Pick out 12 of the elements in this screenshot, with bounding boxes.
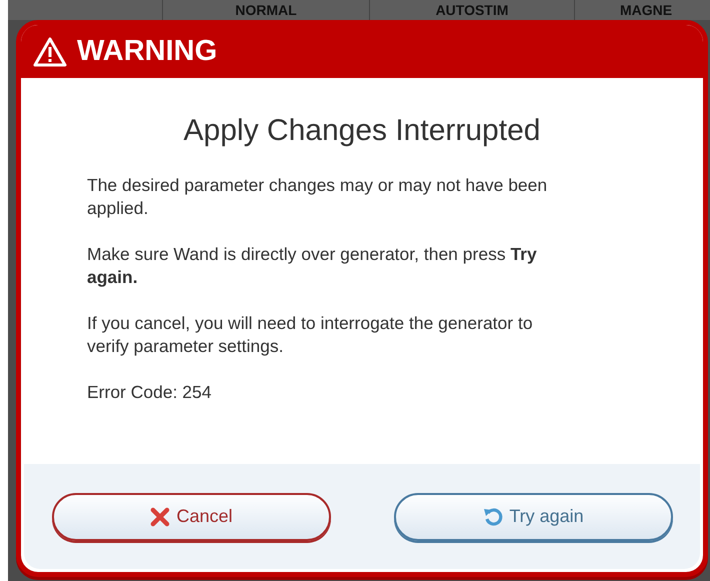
message-text: If you cancel, you will need to interrogate the generator to verify parameter settings. xyxy=(87,312,534,358)
warning-icon xyxy=(33,36,67,66)
message-text: Make sure Wand is directly over generator, then press Try again. xyxy=(87,243,538,289)
close-icon xyxy=(150,506,170,526)
refresh-icon xyxy=(483,506,504,526)
try-again-button[interactable]: Try again xyxy=(394,492,673,540)
message-text: Error Code: 254 xyxy=(87,381,213,404)
cancel-button[interactable]: Cancel xyxy=(52,492,331,540)
message-text: The desired parameter changes may or may not have been applied. xyxy=(87,174,548,220)
column-header: MAGNE xyxy=(619,1,674,20)
dialog-heading: WARNING xyxy=(77,35,218,68)
dialog-title: Apply Changes Interrupted xyxy=(182,114,542,148)
